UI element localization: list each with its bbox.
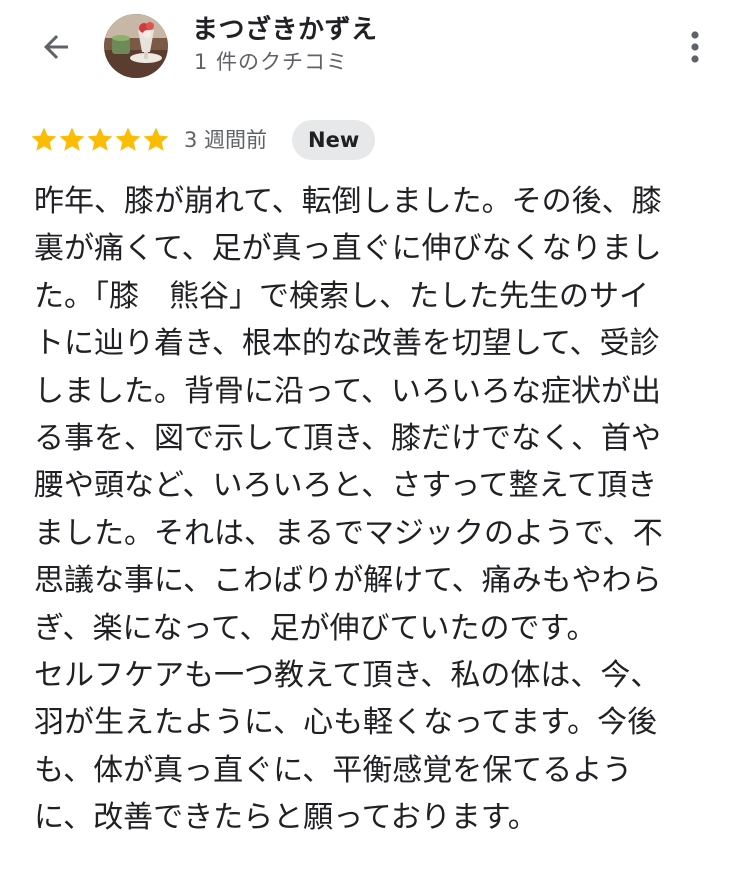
star-icon (59, 127, 85, 151)
more-vert-icon (691, 31, 699, 63)
review-text-line: 裏が痛くて、足が真っ直ぐに伸びなくなりまし (34, 231, 662, 267)
review-text-line: トに辿り着き、根本的な改善を切望して、受診 (34, 326, 660, 362)
new-badge: New (292, 120, 376, 160)
review-text-line: 思議な事に、こわばりが解けて、痛みもやわら (34, 563, 662, 599)
review-text-line: 腰や頭など、いろいろと、さすって整えて頂き (34, 468, 658, 504)
review-text-line: ぎ、楽になって、足が伸びていたのです。 (34, 610, 597, 646)
reviewer-name[interactable]: まつざきかずえ (192, 14, 378, 46)
more-options-button[interactable] (676, 22, 714, 72)
star-icon (87, 127, 113, 151)
review-text: 昨年、膝が崩れて、転倒しました。その後、膝 裏が痛くて、足が真っ直ぐに伸びなくな… (34, 178, 710, 842)
review-time: 3 週間前 (184, 128, 268, 152)
reviewer-info[interactable]: まつざきかずえ 1 件のクチコミ (192, 14, 612, 78)
review-text-line: に、改善できたらと願っております。 (34, 800, 538, 836)
profile-photo (104, 14, 168, 78)
review-text-line: しました。背骨に沿って、いろいろな症状が出 (34, 373, 661, 409)
review-text-line: 昨年、膝が崩れて、転倒しました。その後、膝 (34, 184, 662, 219)
review-text-line: 羽が生えたように、心も軽くなってます。今後 (34, 705, 658, 741)
review-text-line: ました。それは、まるでマジックのようで、不 (34, 515, 663, 551)
star-rating (31, 127, 169, 151)
review-text-line: る事を、図で示して頂き、膝だけでなく、首や (34, 421, 661, 457)
star-icon (143, 127, 169, 151)
star-icon (115, 127, 141, 151)
review-count: 1 件のクチコミ (194, 50, 349, 74)
avatar[interactable] (104, 14, 168, 78)
app-bar: まつざきかずえ 1 件のクチコミ (0, 0, 750, 95)
star-icon (31, 127, 57, 151)
arrow-left-icon (44, 35, 68, 59)
review-meta: 3 週間前 New (30, 120, 730, 160)
review-text-line: た。「膝 熊谷」で検索し、たした先生のサイ (34, 278, 649, 314)
review-text-line: も、体が真っ直ぐに、平衡感覚を保てるよう (34, 752, 633, 788)
back-button[interactable] (28, 22, 84, 72)
review-text-line: セルフケアも一つ教えて頂き、私の体は、今、 (34, 658, 661, 694)
